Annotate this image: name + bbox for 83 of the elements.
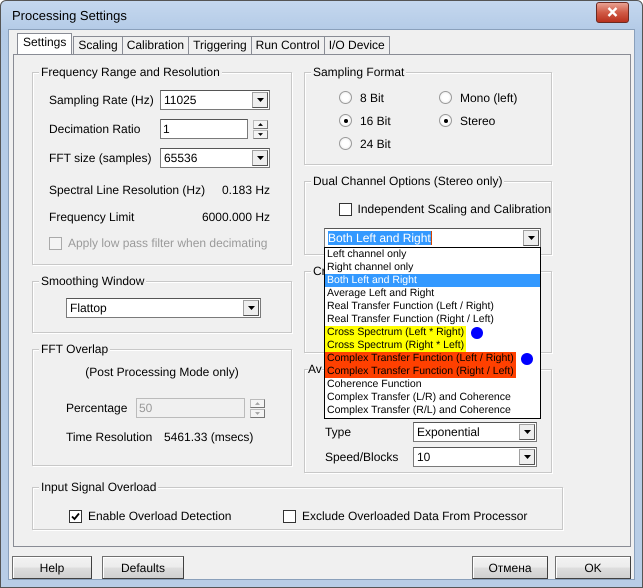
radio-label: Stereo [460,114,496,128]
checkbox-label: Apply low pass filter when decimating [68,236,268,250]
dropdown-button[interactable] [252,92,268,108]
group-title: Smoothing Window [39,274,146,288]
dropdown-option[interactable]: Complex Transfer Function (Right / Left) [325,365,516,378]
checkbox-label: Enable Overload Detection [88,509,232,523]
group-title: Frequency Range and Resolution [39,65,222,79]
help-button[interactable]: Help [12,556,92,579]
radio-label: 8 Bit [360,90,384,104]
caret-icon [248,306,254,310]
dropdown-option[interactable]: Cross Spectrum (Right * Left) [325,339,466,352]
radio-label: 16 Bit [360,114,391,128]
caret-icon [524,430,530,434]
group-title: FFT Overlap [39,342,110,356]
caret-icon [524,455,530,459]
caret-icon [528,236,534,240]
caret-icon [255,402,260,404]
dropdown-option[interactable]: Real Transfer Function (Right / Left) [325,313,496,326]
field-label: Speed/Blocks [325,450,400,464]
caret-icon [255,412,260,414]
cancel-button[interactable]: Отмена [472,556,548,579]
group-title: Sampling Format [311,65,406,79]
dropdown-button[interactable] [523,230,539,246]
tab[interactable]: Settings [17,33,72,54]
value-text: 6000.000 Hz [202,210,270,224]
radio-button[interactable] [339,91,352,104]
caret-icon [256,98,264,102]
group-title: Av [308,362,322,376]
radio-label: Mono (left) [460,90,518,104]
tab[interactable]: Scaling [73,36,123,54]
field-label: Frequency Limit [49,210,134,224]
dropdown-option[interactable]: Coherence Function [325,378,424,391]
field-label: Spectral Line Resolution (Hz) [49,183,206,197]
radio-button[interactable] [439,114,452,127]
dropdown[interactable]: Exponential [413,422,537,442]
caret-icon [258,132,263,136]
caret-icon [256,156,264,160]
radio-button[interactable] [439,91,452,104]
dropdown-option[interactable]: Average Left and Right [325,287,436,300]
checkbox[interactable] [283,510,296,522]
dropdown-option[interactable]: Complex Transfer (L/R) and Coherence [325,391,513,404]
ok-button[interactable]: OK [555,556,631,579]
field-label: Percentage [66,401,128,415]
field-label: Type [325,425,352,439]
checkbox-label: Independent Scaling and Calibration [358,202,551,216]
radio-button[interactable] [339,114,352,127]
checkbox-label: Exclude Overloaded Data From Processor [302,509,528,523]
checkbox[interactable] [69,510,82,522]
number-field[interactable]: 1 [160,119,248,139]
dropdown-button[interactable] [519,424,535,440]
tab[interactable]: Triggering [188,36,252,54]
dropdown-button[interactable] [252,150,268,166]
radio-button[interactable] [339,137,352,150]
group-title: Dual Channel Options (Stereo only) [311,174,504,188]
dropdown-option[interactable]: Complex Transfer (R/L) and Coherence [325,404,513,417]
tab[interactable]: I/O Device [324,36,390,54]
group-title: Input Signal Overload [39,480,158,494]
field-label: Sampling Rate (Hz) [49,93,155,107]
dropdown[interactable]: 11025 [160,90,270,110]
dropdown[interactable]: Flattop [66,298,261,318]
spin-up-button[interactable] [253,120,268,128]
value-text: 0.183 Hz [222,183,270,197]
dropdown-button[interactable] [243,300,259,316]
note-text: (Post Processing Mode only) [85,365,239,379]
dropdown-option[interactable]: Left channel only [325,248,408,261]
spin-down-button[interactable] [253,130,268,138]
dropdown[interactable]: 65536 [160,148,270,168]
value-text: 5461.33 (msecs) [164,430,254,444]
window-title: Processing Settings [12,8,127,22]
close-icon[interactable] [596,2,629,22]
radio-label: 24 Bit [360,136,391,150]
dropdown-option[interactable]: Real Transfer Function (Left / Right) [325,300,496,313]
dropdown-option[interactable]: Complex Transfer Function (Left / Right) [325,352,516,365]
field-label: Time Resolution [66,430,154,444]
field-label: Decimation Ratio [49,122,142,136]
dropdown[interactable]: 10 [413,447,537,467]
caret-icon [258,122,263,126]
dropdown-option[interactable]: Right channel only [325,261,416,274]
defaults-button[interactable]: Defaults [102,556,184,579]
field-label: FFT size (samples) [49,151,152,165]
checkbox[interactable] [339,202,352,216]
dropdown-button[interactable] [519,449,535,465]
dropdown-option[interactable]: Cross Spectrum (Left * Right) [325,326,466,339]
